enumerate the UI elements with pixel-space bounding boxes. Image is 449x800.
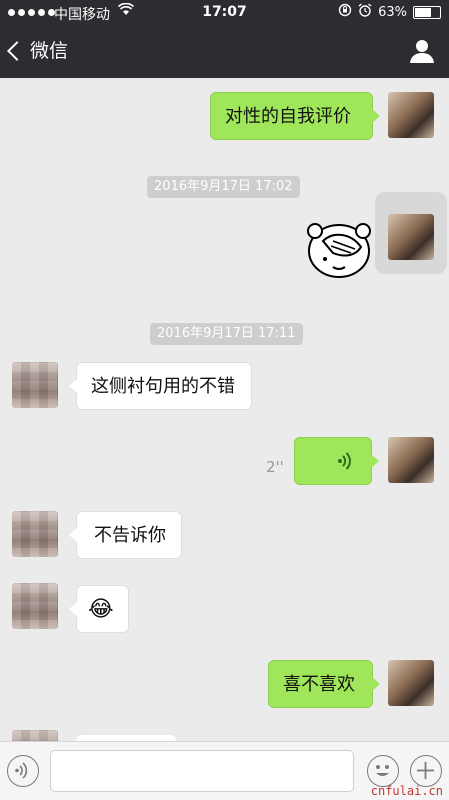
contact-avatar[interactable] — [12, 583, 58, 629]
voice-message-bubble[interactable] — [294, 437, 379, 485]
message-input[interactable] — [50, 750, 354, 792]
timestamp: 2016年9月17日 17:02 — [147, 176, 300, 198]
message-bubble-incoming[interactable]: 不告诉你 — [69, 511, 182, 559]
my-avatar[interactable] — [388, 214, 434, 260]
message-bubble-outgoing[interactable]: 对性的自我评价 — [210, 92, 380, 140]
contact-avatar[interactable] — [12, 511, 58, 557]
plus-icon[interactable] — [410, 755, 442, 787]
message-bubble-incoming[interactable]: 😂 — [69, 585, 129, 633]
nav-bar: 微信 — [0, 26, 449, 78]
my-avatar[interactable] — [388, 92, 434, 138]
my-avatar[interactable] — [388, 437, 434, 483]
battery-icon — [413, 5, 441, 19]
voice-wave-icon — [338, 452, 351, 470]
message-bubble-outgoing[interactable]: 喜不喜欢 — [268, 660, 380, 708]
message-bubble-incoming[interactable]: 这侧衬句用的不错 — [69, 362, 252, 410]
alarm-icon — [358, 3, 372, 21]
my-avatar[interactable] — [388, 660, 434, 706]
emoji-icon[interactable] — [367, 755, 399, 787]
back-button[interactable]: 微信 — [7, 36, 69, 63]
chevron-left-icon — [7, 40, 27, 61]
facepalm-bear-sticker — [307, 223, 371, 278]
watermark: cnfulai.cn — [370, 784, 443, 798]
status-bar: 中国移动 17:07 63% — [0, 0, 449, 26]
voice-input-icon[interactable] — [7, 755, 39, 787]
battery-percent: 63% — [378, 4, 407, 20]
sticker-message[interactable] — [303, 213, 375, 281]
back-label: 微信 — [30, 40, 69, 62]
rotation-lock-icon — [338, 3, 352, 21]
timestamp: 2016年9月17日 17:11 — [150, 323, 303, 345]
profile-icon[interactable] — [409, 38, 435, 64]
top-bar: 中国移动 17:07 63% 微信 — [0, 0, 449, 78]
contact-avatar[interactable] — [12, 362, 58, 408]
voice-duration: 2'' — [266, 458, 284, 476]
